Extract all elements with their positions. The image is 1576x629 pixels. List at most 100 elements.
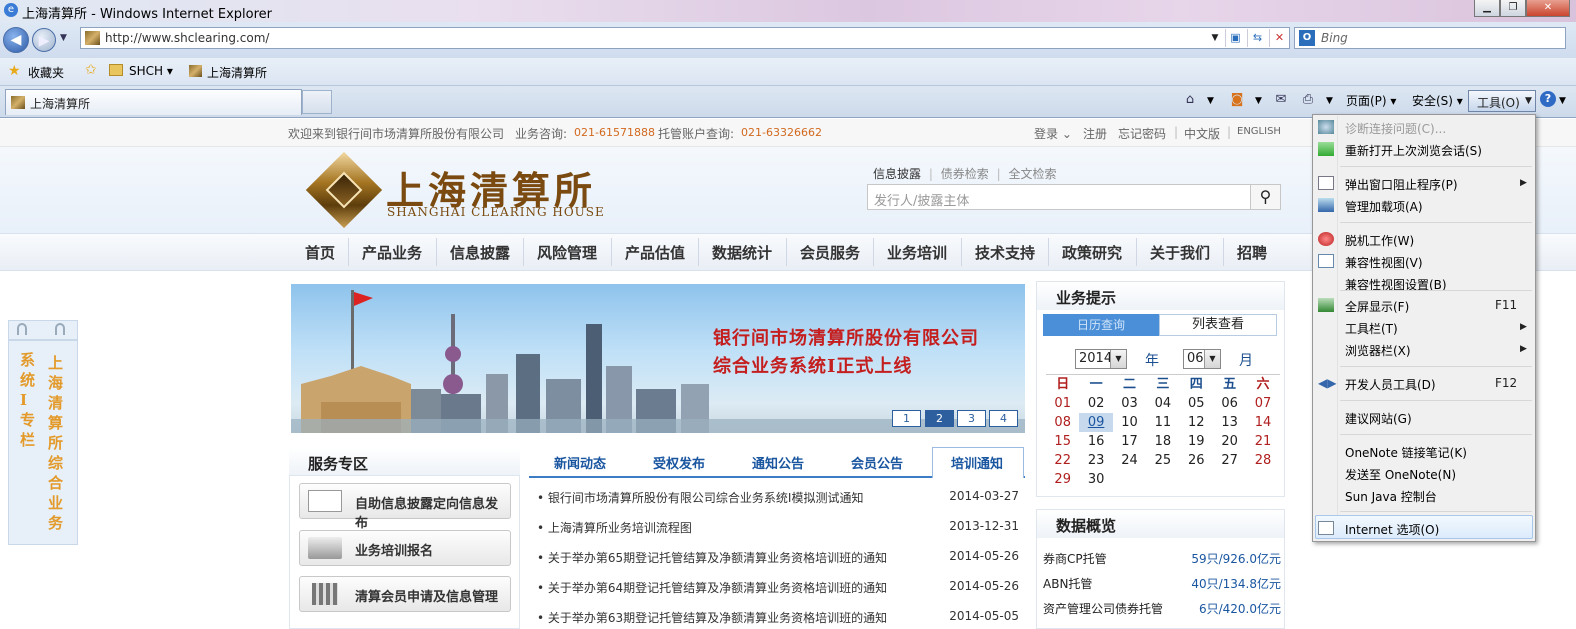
new-tab-button[interactable] <box>302 90 332 114</box>
tab-training-notices[interactable]: 培训通知 <box>951 453 1003 472</box>
service-member-button[interactable]: 清算会员申请及信息管理 <box>299 576 511 612</box>
menu-item-diagnose[interactable]: 诊断连接问题(C)... <box>1345 120 1446 137</box>
calendar-day[interactable]: 14 <box>1246 413 1279 432</box>
browser-tab[interactable]: 上海清算所 <box>5 89 302 115</box>
search-tab-bond[interactable]: 债券检索 <box>941 167 989 181</box>
tab-news[interactable]: 新闻动态 <box>554 453 606 472</box>
menu-valuation[interactable]: 产品估值 <box>625 242 685 263</box>
menu-home[interactable]: 首页 <box>305 242 335 263</box>
address-input[interactable]: http://www.shclearing.com/ <box>105 31 269 45</box>
calendar-day[interactable]: 05 <box>1180 394 1213 413</box>
menu-item-onenote-linked-notes[interactable]: OneNote 链接笔记(K) <box>1345 444 1467 461</box>
safety-menu-button[interactable]: 安全(S) ▾ <box>1412 92 1463 109</box>
feeds-icon[interactable]: ◙ <box>1228 92 1246 108</box>
calendar-day[interactable]: 25 <box>1146 451 1179 470</box>
calendar-day[interactable]: 04 <box>1146 394 1179 413</box>
menu-item-toolbars[interactable]: 工具栏(T) <box>1345 320 1398 337</box>
back-button[interactable]: ◀ <box>3 27 29 53</box>
service-disclosure-button[interactable]: 自助信息披露定向信息发布 <box>299 483 511 531</box>
maximize-button[interactable]: ❐ <box>1500 0 1526 17</box>
stop-icon[interactable]: ✕ <box>1269 29 1289 47</box>
compatibility-view-icon[interactable]: ▣ <box>1225 29 1245 47</box>
calendar-day[interactable]: 28 <box>1246 451 1279 470</box>
menu-item-work-offline[interactable]: 脱机工作(W) <box>1345 232 1414 249</box>
banner-page-3[interactable]: 3 <box>957 410 986 427</box>
floating-system-column[interactable] <box>8 320 78 545</box>
help-icon[interactable]: ? <box>1540 91 1556 107</box>
calendar-day[interactable]: 10 <box>1113 413 1146 432</box>
login-link[interactable]: 登录 ⌄ <box>1034 125 1072 142</box>
forward-button[interactable]: ▶ <box>32 28 56 52</box>
home-dropdown-icon[interactable]: ▼ <box>1207 96 1214 106</box>
banner-page-4[interactable]: 4 <box>989 410 1018 427</box>
calendar-day[interactable]: 21 <box>1246 432 1279 451</box>
tab-calendar[interactable]: 日历查询 <box>1043 314 1159 336</box>
calendar-day[interactable]: 06 <box>1213 394 1246 413</box>
home-icon[interactable]: ⌂ <box>1181 92 1199 108</box>
refresh-icon[interactable]: ⇆ <box>1247 29 1267 47</box>
add-favorite-icon[interactable]: ✩ <box>85 62 97 78</box>
menu-tech[interactable]: 技术支持 <box>975 242 1035 263</box>
calendar-day[interactable]: 19 <box>1180 432 1213 451</box>
tools-menu-button[interactable]: 工具(O) ▼ <box>1468 90 1536 112</box>
news-item[interactable]: • 关于举办第64期登记托管结算及净额清算业务资格培训班的通知 2014-05-2… <box>537 579 1027 596</box>
calendar-day[interactable]: 30 <box>1079 470 1112 489</box>
calendar-day[interactable]: 13 <box>1213 413 1246 432</box>
menu-policy[interactable]: 政策研究 <box>1062 242 1122 263</box>
data-row[interactable]: 券商CP托管 59只/926.0亿元 <box>1043 550 1283 567</box>
register-link[interactable]: 注册 <box>1083 125 1107 142</box>
menu-item-java-console[interactable]: Sun Java 控制台 <box>1345 488 1437 505</box>
calendar-day[interactable]: 23 <box>1079 451 1112 470</box>
news-item[interactable]: • 关于举办第63期登记托管结算及净额清算业务资格培训班的通知 2014-05-0… <box>537 609 1027 626</box>
service-training-button[interactable]: 业务培训报名 <box>299 530 511 566</box>
calendar-day[interactable]: 24 <box>1113 451 1146 470</box>
menu-products[interactable]: 产品业务 <box>362 242 422 263</box>
menu-item-reopen-session[interactable]: 重新打开上次浏览会话(S) <box>1345 142 1482 159</box>
menu-item-popup-blocker[interactable]: 弹出窗口阻止程序(P) <box>1345 176 1458 193</box>
mail-icon[interactable]: ✉ <box>1272 92 1290 108</box>
english-version-link[interactable]: ENGLISH <box>1237 126 1281 137</box>
chinese-version-link[interactable]: 中文版 <box>1184 125 1220 142</box>
calendar-day[interactable]: 26 <box>1180 451 1213 470</box>
calendar-day[interactable]: 08 <box>1046 413 1079 432</box>
help-dropdown-icon[interactable]: ▼ <box>1559 96 1566 106</box>
tab-member-notices[interactable]: 会员公告 <box>851 453 903 472</box>
menu-item-developer-tools[interactable]: 开发人员工具(D) <box>1345 376 1436 393</box>
minimize-button[interactable]: ▁ <box>1474 0 1500 17</box>
menu-item-send-to-onenote[interactable]: 发送至 OneNote(N) <box>1345 466 1456 483</box>
news-item[interactable]: • 上海清算所业务培训流程图 2013-12-31 <box>537 519 1027 536</box>
menu-statistics[interactable]: 数据统计 <box>712 242 772 263</box>
calendar-day[interactable]: 29 <box>1046 470 1079 489</box>
menu-item-full-screen[interactable]: 全屏显示(F) <box>1345 298 1409 315</box>
menu-item-compatibility-view[interactable]: 兼容性视图(V) <box>1345 254 1423 271</box>
tab-authorized[interactable]: 受权发布 <box>653 453 705 472</box>
site-search-input[interactable]: 发行人/披露主体 <box>867 184 1251 210</box>
favorites-link-shch[interactable]: 上海清算所 <box>207 64 267 81</box>
calendar-day[interactable]: 16 <box>1079 432 1112 451</box>
news-item[interactable]: • 关于举办第65期登记托管结算及净额清算业务资格培训班的通知 2014-05-2… <box>537 549 1027 566</box>
menu-disclosure[interactable]: 信息披露 <box>450 242 510 263</box>
calendar-day[interactable]: 22 <box>1046 451 1079 470</box>
favorites-folder-shch[interactable]: SHCH ▾ <box>129 64 173 78</box>
calendar-day[interactable]: 01 <box>1046 394 1079 413</box>
search-tab-disclosure[interactable]: 信息披露 <box>873 167 921 181</box>
data-row[interactable]: ABN托管 40只/134.8亿元 <box>1043 575 1283 592</box>
month-select[interactable]: 06 ▼ <box>1183 349 1221 369</box>
page-menu-button[interactable]: 页面(P) ▾ <box>1346 92 1396 109</box>
calendar-day[interactable]: 18 <box>1146 432 1179 451</box>
calendar-day[interactable]: 17 <box>1113 432 1146 451</box>
year-select[interactable]: 2014 ▼ <box>1075 349 1127 369</box>
banner-page-1[interactable]: 1 <box>892 410 921 427</box>
print-icon[interactable]: ⎙ <box>1299 92 1317 108</box>
recent-pages-dropdown-icon[interactable]: ▼ <box>60 33 67 43</box>
menu-risk[interactable]: 风险管理 <box>537 242 597 263</box>
calendar-day[interactable]: 03 <box>1113 394 1146 413</box>
search-tab-fulltext[interactable]: 全文检索 <box>1008 167 1056 181</box>
calendar-day[interactable]: 11 <box>1146 413 1179 432</box>
menu-training[interactable]: 业务培训 <box>887 242 947 263</box>
calendar-day[interactable]: 15 <box>1046 432 1079 451</box>
menu-item-suggested-sites[interactable]: 建议网站(G) <box>1345 410 1412 427</box>
forgot-password-link[interactable]: 忘记密码 <box>1118 125 1166 142</box>
calendar-day-today[interactable]: 09 <box>1079 413 1113 432</box>
calendar-day[interactable]: 12 <box>1180 413 1213 432</box>
